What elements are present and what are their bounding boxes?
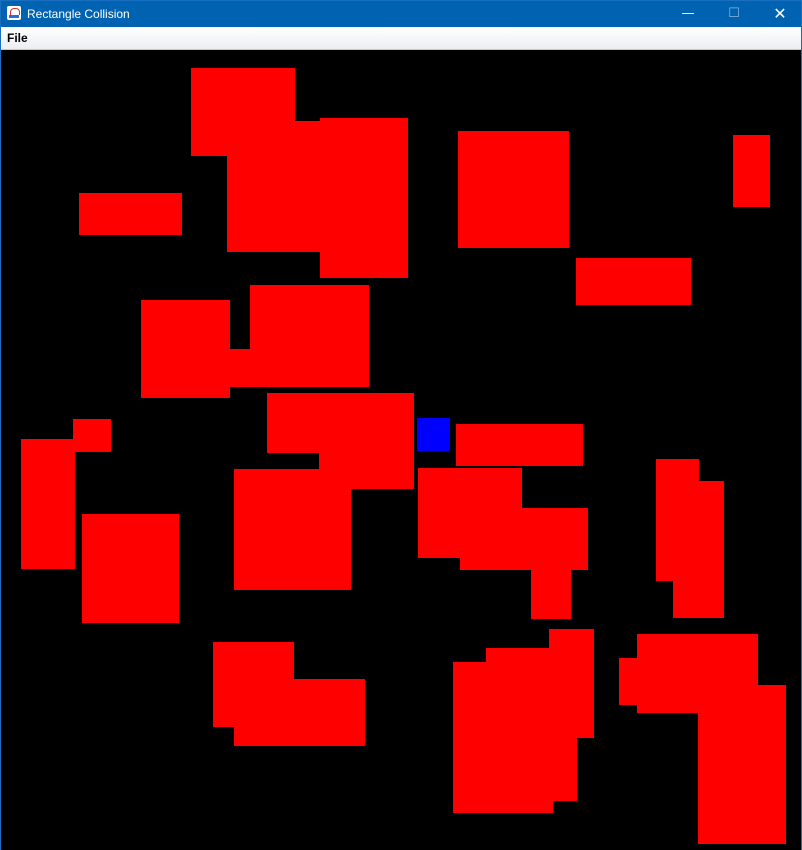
obstacle bbox=[458, 131, 569, 248]
obstacle bbox=[234, 679, 365, 746]
obstacle bbox=[21, 439, 75, 569]
obstacle bbox=[73, 419, 111, 452]
menu-bar: File bbox=[1, 27, 801, 50]
player-square[interactable] bbox=[417, 418, 450, 451]
app-window: Rectangle Collision — ☐ ✕ File bbox=[0, 0, 802, 850]
maximize-button[interactable]: ☐ bbox=[711, 1, 757, 27]
obstacle bbox=[698, 685, 786, 844]
obstacle bbox=[549, 629, 594, 738]
obstacle bbox=[234, 469, 351, 590]
obstacle bbox=[267, 393, 414, 453]
obstacle bbox=[531, 560, 571, 619]
obstacle bbox=[227, 121, 321, 252]
menu-file[interactable]: File bbox=[7, 30, 28, 46]
obstacle bbox=[320, 118, 408, 278]
minimize-button[interactable]: — bbox=[665, 1, 711, 27]
window-title: Rectangle Collision bbox=[27, 7, 130, 21]
obstacle bbox=[456, 424, 583, 466]
obstacle bbox=[673, 481, 724, 618]
obstacle bbox=[141, 300, 230, 398]
game-canvas[interactable] bbox=[1, 50, 801, 850]
obstacle bbox=[79, 193, 182, 235]
title-bar[interactable]: Rectangle Collision — ☐ ✕ bbox=[1, 1, 801, 27]
obstacle bbox=[733, 135, 770, 207]
close-button[interactable]: ✕ bbox=[757, 1, 802, 27]
java-app-icon bbox=[7, 6, 21, 20]
obstacle bbox=[250, 285, 369, 387]
obstacle bbox=[576, 258, 691, 305]
obstacle bbox=[82, 514, 179, 623]
